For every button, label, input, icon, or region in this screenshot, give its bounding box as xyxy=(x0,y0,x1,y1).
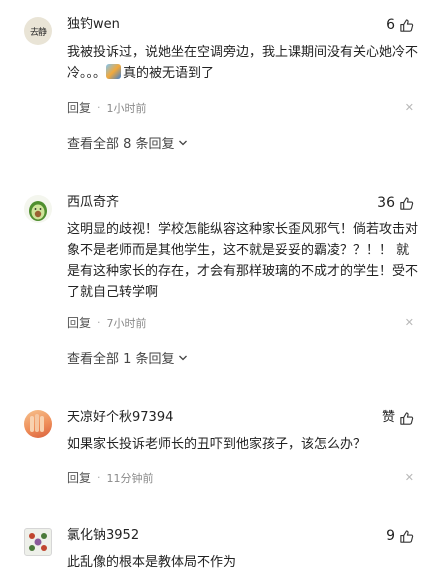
separator-dot: · xyxy=(97,101,101,114)
like-label: 赞 xyxy=(381,410,395,425)
separator-dot: · xyxy=(97,316,101,329)
thumbs-up-icon xyxy=(400,411,414,425)
thumbs-up-icon xyxy=(400,196,414,210)
avatar[interactable]: 去静 xyxy=(24,17,52,45)
pattern-avatar-icon xyxy=(29,533,47,551)
like-button[interactable]: 36 xyxy=(377,194,414,212)
comment-text-end: 真的被无语到了 xyxy=(123,66,215,81)
username[interactable]: 西瓜奇齐 xyxy=(67,194,119,212)
comment-meta: 回复 · 7小时前 xyxy=(67,314,147,331)
fingers-avatar-icon xyxy=(30,414,44,432)
view-all-replies[interactable]: 查看全部 1 条回复 xyxy=(67,348,188,367)
username[interactable]: 独钓wen xyxy=(67,16,120,34)
comment-content: 如果家长投诉老师长的丑吓到他家孩子，该怎么办？ xyxy=(67,437,367,452)
comment-content: 我被投诉过，说她坐在空调旁边，我上课期间没有关心她冷不冷。。。 真的被无语到了 xyxy=(67,42,422,84)
like-button[interactable]: 6 xyxy=(386,16,414,34)
chevron-down-icon xyxy=(178,355,187,360)
timestamp: 11分钟前 xyxy=(106,471,154,485)
close-icon[interactable]: ✕ xyxy=(405,316,414,330)
reply-button[interactable]: 回复 xyxy=(67,99,91,116)
username[interactable]: 氯化钠3952 xyxy=(67,527,139,545)
view-all-label: 查看全部 1 条回复 xyxy=(67,352,175,367)
view-all-label: 查看全部 8 条回复 xyxy=(67,137,175,152)
emoji-icon xyxy=(106,64,122,79)
reply-button[interactable]: 回复 xyxy=(67,314,91,331)
username[interactable]: 天凉好个秋97394 xyxy=(67,409,173,427)
comment-meta: 回复 · 11分钟前 xyxy=(67,469,154,486)
view-all-replies[interactable]: 查看全部 8 条回复 xyxy=(67,133,188,152)
avatar[interactable] xyxy=(24,528,52,556)
chevron-down-icon xyxy=(178,140,187,145)
comment-meta: 回复 · 1小时前 xyxy=(67,99,147,116)
thumbs-up-icon xyxy=(400,18,414,32)
comment-content: 此乱像的根本是教体局不作为 xyxy=(67,555,237,570)
thumbs-up-icon xyxy=(400,529,414,543)
separator-dot: · xyxy=(97,471,101,484)
timestamp: 7小时前 xyxy=(106,316,147,330)
like-count: 36 xyxy=(377,195,395,211)
like-button[interactable]: 9 xyxy=(386,527,414,545)
avocado-avatar-icon xyxy=(29,201,47,221)
like-button[interactable]: 赞 xyxy=(382,409,414,427)
avatar-text: 去静 xyxy=(29,27,47,38)
avatar[interactable] xyxy=(24,410,52,438)
like-count: 6 xyxy=(386,17,395,33)
reply-button[interactable]: 回复 xyxy=(67,469,91,486)
close-icon[interactable]: ✕ xyxy=(405,471,414,485)
close-icon[interactable]: ✕ xyxy=(405,101,414,115)
comment-content: 这明显的歧视！学校怎能纵容这种家长歪风邪气！倘若攻击对象不是老师而是其他学生，这… xyxy=(67,222,419,300)
avatar[interactable] xyxy=(24,195,52,223)
like-count: 9 xyxy=(386,528,395,544)
timestamp: 1小时前 xyxy=(106,101,147,115)
